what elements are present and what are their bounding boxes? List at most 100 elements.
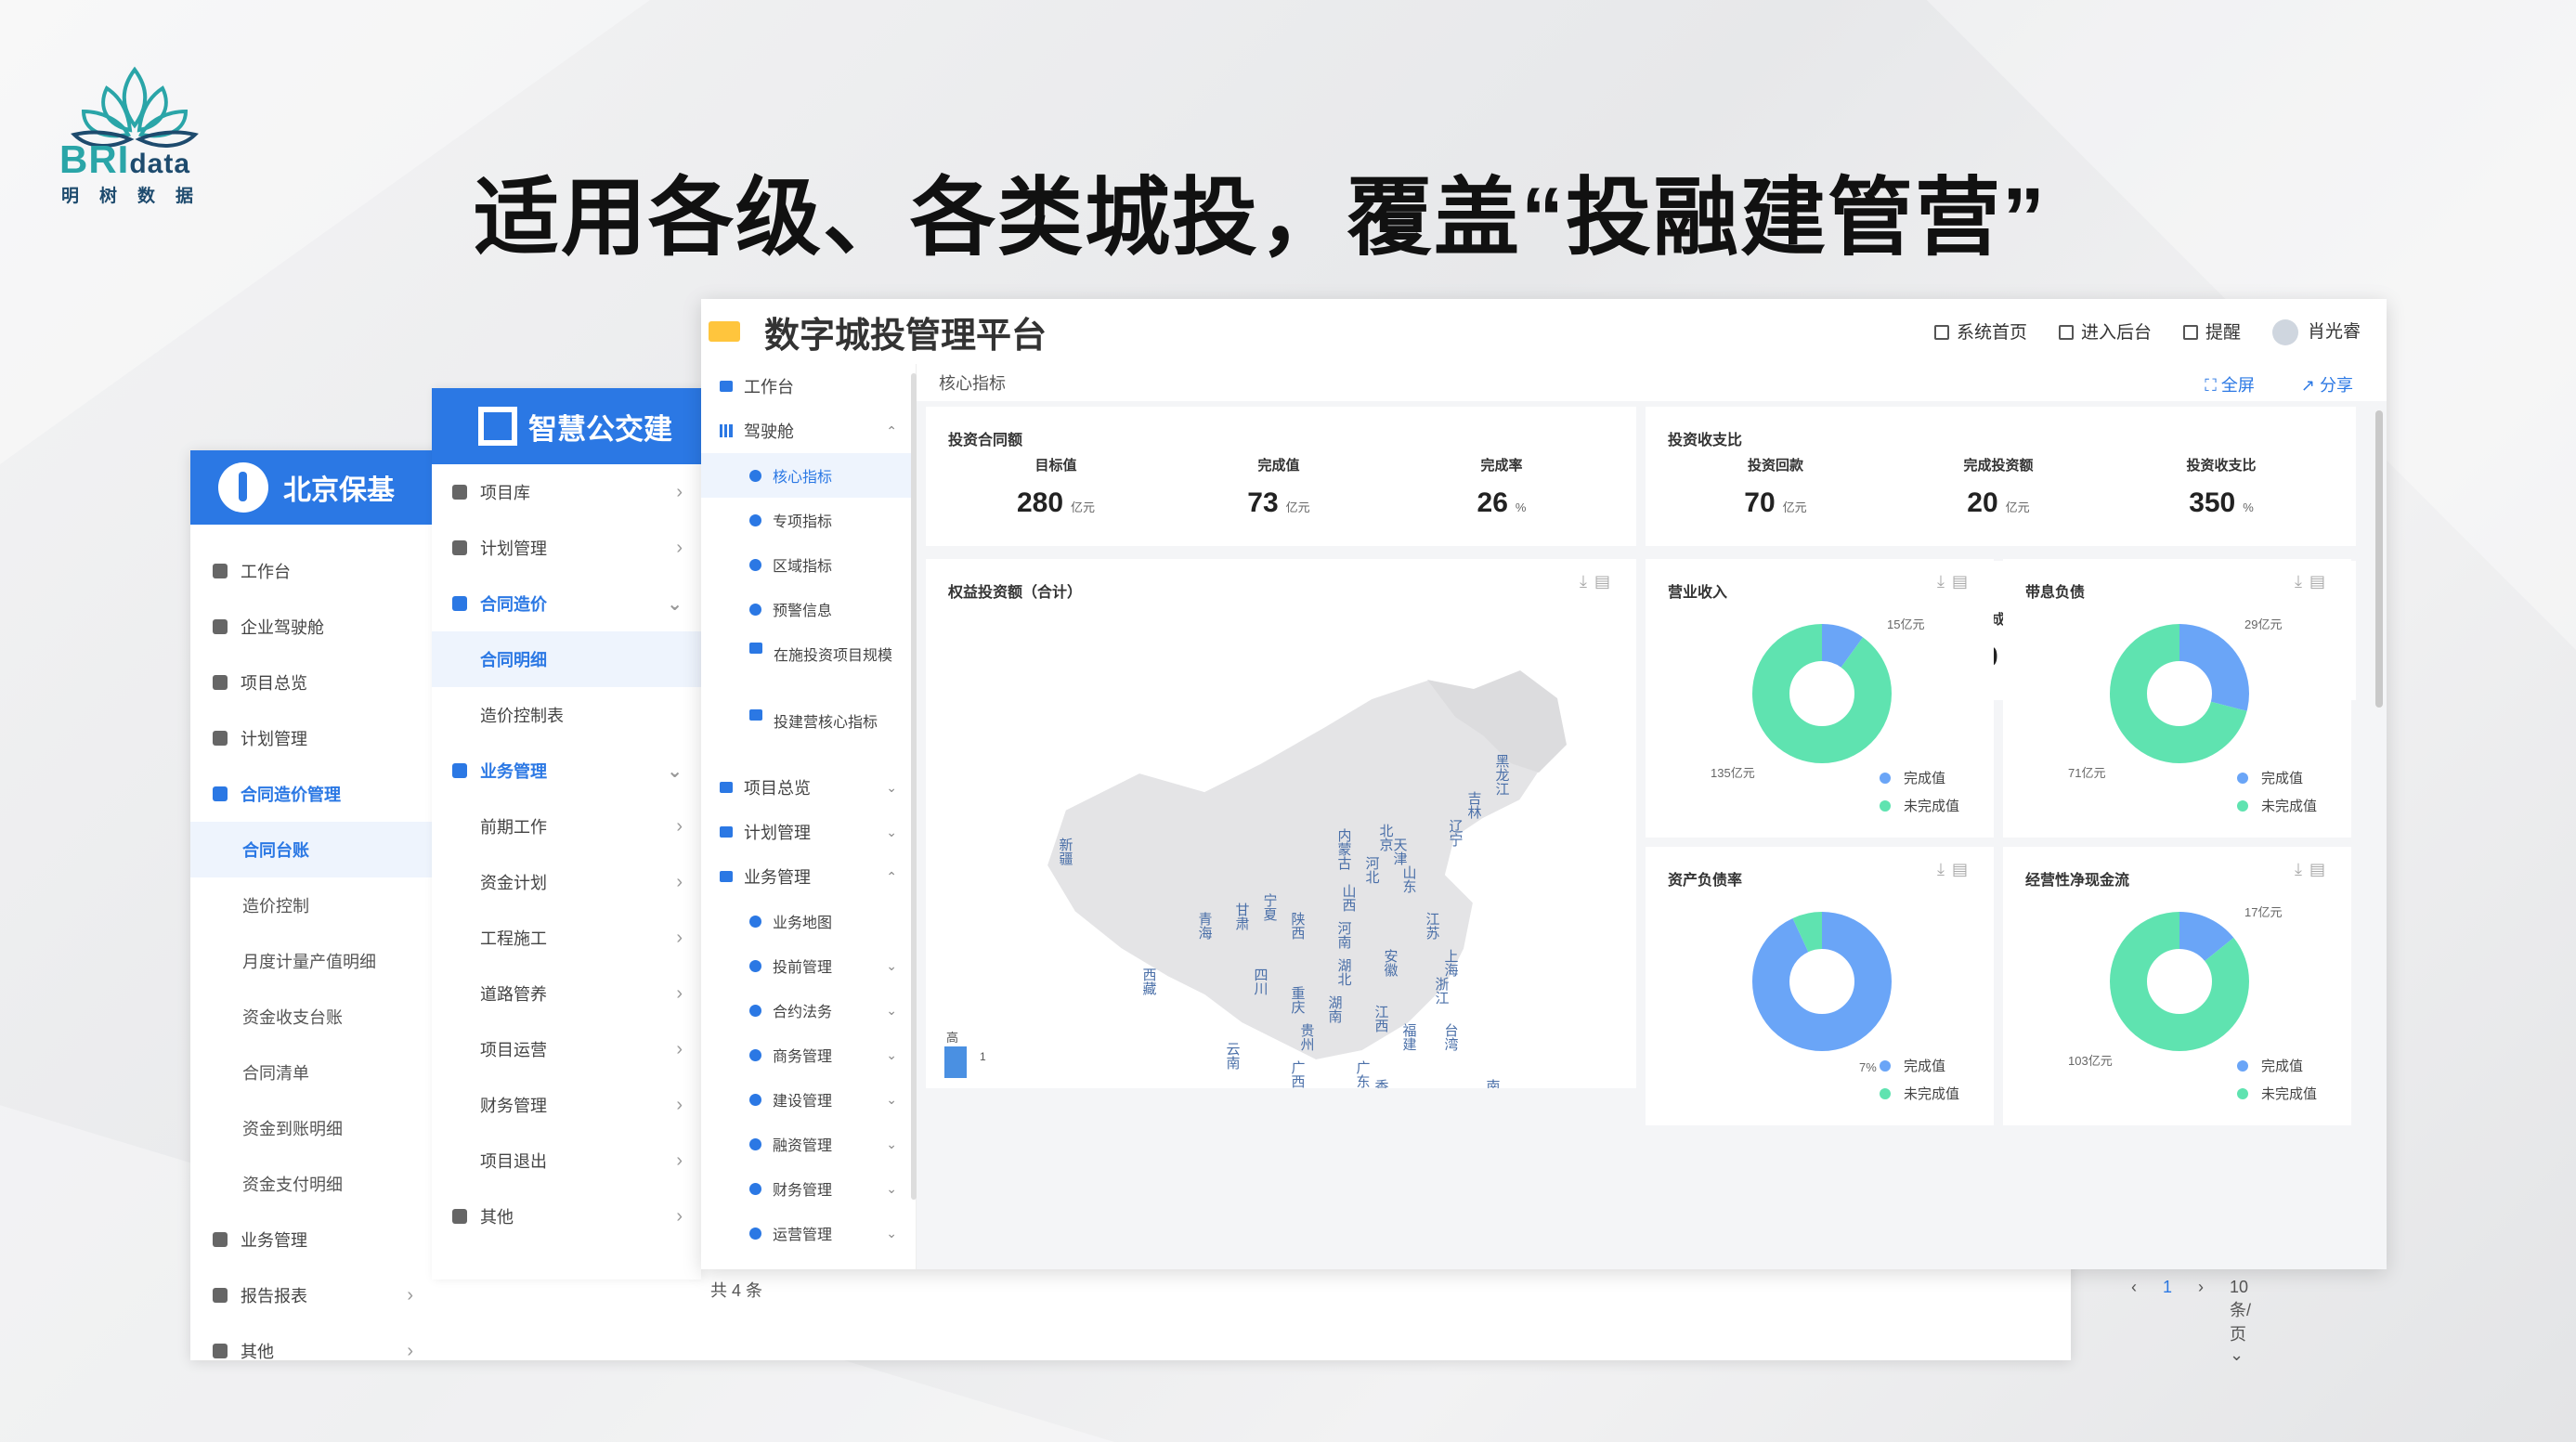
mid-nav-item[interactable]: 造价控制表: [432, 687, 701, 743]
caret-icon: ⌄: [886, 1046, 897, 1062]
province-label: 香港: [1373, 1079, 1389, 1088]
mid-nav-item[interactable]: 前期工作 ›: [432, 799, 701, 854]
cube-icon: [720, 782, 733, 793]
legend-dot: [1880, 800, 1891, 812]
chevron-down-icon: ⌄: [667, 760, 683, 782]
bus-window: 智慧公交建 项目库 › 计划管理 › 合同造价 ⌄ 合同明细 造价控制表 业务管理 ⌄ 前期工作 › 资…: [432, 388, 701, 1280]
top-nav-item[interactable]: 肖光睿: [2271, 318, 2361, 345]
top-nav-item[interactable]: 系统首页: [1933, 318, 2027, 344]
donut-slice-undone[interactable]: [1752, 624, 1892, 763]
back-nav-item[interactable]: 业务管理: [190, 1212, 432, 1267]
sidebar-item[interactable]: 商务管理 ⌄: [701, 1033, 916, 1077]
legend-undone[interactable]: 未完成值: [1880, 1081, 1959, 1109]
sidebar-item[interactable]: 建设管理 ⌄: [701, 1077, 916, 1122]
legend-done[interactable]: 完成值: [1880, 765, 1959, 793]
sidebar-item[interactable]: 投前管理 ⌄: [701, 943, 916, 988]
nav-label: 道路管养: [480, 985, 547, 1004]
mid-nav-item[interactable]: 道路管养 ›: [432, 966, 701, 1021]
province-label: 黑龙江: [1494, 754, 1510, 796]
nav-label: 合同台账: [242, 841, 309, 860]
back-nav-item[interactable]: 资金到账明细: [190, 1100, 432, 1156]
back-nav-item[interactable]: 月度计量产值明细: [190, 933, 432, 989]
mid-nav-item[interactable]: 项目运营 ›: [432, 1021, 701, 1077]
mid-nav-item[interactable]: 资金计划 ›: [432, 854, 701, 910]
back-nav-item[interactable]: 企业驾驶舱: [190, 599, 432, 655]
back-nav-item[interactable]: 造价控制: [190, 877, 432, 933]
share-button[interactable]: ↗ 分享: [2301, 372, 2353, 396]
mid-nav-item[interactable]: 其他 ›: [432, 1189, 701, 1244]
dot-icon: [749, 1182, 761, 1195]
sidebar-item[interactable]: 专项指标: [701, 498, 916, 542]
prev-page-button[interactable]: ‹: [2131, 1278, 2137, 1365]
sidebar-item[interactable]: 投建营核心指标: [701, 698, 916, 765]
mid-nav-item[interactable]: 工程施工 ›: [432, 910, 701, 966]
sidebar-item[interactable]: 合约法务 ⌄: [701, 988, 916, 1033]
legend-done[interactable]: 完成值: [1880, 1053, 1959, 1081]
chevron-right-icon: ›: [676, 1150, 683, 1171]
kpi-item: 完成投资额 20 亿元: [1896, 455, 2101, 519]
chevron-right-icon: ›: [676, 815, 683, 837]
back-nav-item[interactable]: 计划管理: [190, 710, 432, 766]
breadcrumb: 核心指标 ⛶ 全屏 ↗ 分享: [917, 364, 2387, 401]
back-nav-item[interactable]: 合同台账: [190, 822, 432, 877]
china-map: 高 1 黑龙江吉林辽宁内蒙古 北京天津河北山西山东新疆青海 甘肃 宁夏陕西 河南 江苏安徽…: [944, 669, 1568, 1088]
back-nav-item[interactable]: 合同造价管理: [190, 766, 432, 822]
mid-nav-item[interactable]: 财务管理 ›: [432, 1077, 701, 1133]
sidebar-item[interactable]: 业务管理 ⌃: [701, 854, 916, 899]
page-number[interactable]: 1: [2163, 1278, 2172, 1365]
top-nav-item[interactable]: 进入后台: [2058, 318, 2152, 344]
sidebar-item[interactable]: 计划管理 ⌄: [701, 810, 916, 854]
sidebar-item[interactable]: 预警信息: [701, 587, 916, 631]
legend-label: 完成值: [1904, 1059, 1946, 1074]
back-nav-item[interactable]: 其他 ›: [190, 1323, 432, 1379]
back-nav-item[interactable]: 合同清单: [190, 1045, 432, 1100]
top-nav-item[interactable]: 提醒: [2182, 318, 2241, 344]
content-scrollbar[interactable]: [2375, 410, 2383, 708]
sidebar-item[interactable]: 工作台: [701, 364, 916, 409]
legend-undone[interactable]: 未完成值: [1880, 793, 1959, 821]
legend-undone[interactable]: 未完成值: [2237, 793, 2317, 821]
sidebar-item[interactable]: 区域指标: [701, 542, 916, 587]
dot-icon: [749, 959, 761, 972]
sidebar-label: 项目总览: [744, 779, 811, 798]
sidebar-item[interactable]: 融资管理 ⌄: [701, 1122, 916, 1166]
mid-nav-item[interactable]: 项目退出 ›: [432, 1133, 701, 1189]
kpi-label: 投资回款: [1747, 458, 1803, 474]
back-nav-item[interactable]: 报告报表 ›: [190, 1267, 432, 1323]
mid-nav-item[interactable]: 项目库 ›: [432, 464, 701, 520]
sidebar-item[interactable]: 运营管理 ⌄: [701, 1211, 916, 1255]
sidebar-item[interactable]: 在施投资项目规模: [701, 631, 916, 698]
donut-card: 带息负债 ⤓▤ 29亿元 71亿元 完成值 未完成值: [2003, 559, 2351, 838]
legend-done[interactable]: 完成值: [2237, 765, 2317, 793]
kpi-value: 70 亿元: [1673, 487, 1878, 519]
nav-label: 项目总览: [241, 674, 307, 693]
back-nav-item[interactable]: 工作台: [190, 543, 432, 599]
next-page-button[interactable]: ›: [2198, 1278, 2204, 1365]
chevron-right-icon: ›: [676, 1038, 683, 1059]
sidebar-item[interactable]: 项目总览 ⌄: [701, 765, 916, 810]
legend-done[interactable]: 完成值: [2237, 1053, 2317, 1081]
mid-nav-item[interactable]: 计划管理 ›: [432, 520, 701, 576]
province-label: 广东: [1355, 1060, 1371, 1088]
badge-icon: [709, 321, 740, 342]
legend-undone[interactable]: 未完成值: [2237, 1081, 2317, 1109]
page-size-select[interactable]: 10 条/页 ⌄: [2230, 1278, 2251, 1365]
legend-label: 未完成值: [1904, 1086, 1960, 1102]
cube-icon: [213, 1232, 228, 1247]
province-label: 河北: [1364, 856, 1380, 884]
mid-nav-item[interactable]: 合同造价 ⌄: [432, 576, 701, 631]
sidebar-item[interactable]: 核心指标: [701, 453, 916, 498]
province-label: 重庆: [1290, 986, 1306, 1014]
back-nav-item[interactable]: 项目总览: [190, 655, 432, 710]
sidebar-item[interactable]: 驾驶舱 ⌃: [701, 409, 916, 453]
mid-nav-item[interactable]: 合同明细: [432, 631, 701, 687]
sidebar-item[interactable]: 财务管理 ⌄: [701, 1166, 916, 1211]
dot-icon: [749, 603, 761, 616]
mid-nav-item[interactable]: 业务管理 ⌄: [432, 743, 701, 799]
monitor-icon: [213, 564, 228, 578]
back-nav-item[interactable]: 资金支付明细: [190, 1156, 432, 1212]
monitor-icon: [720, 381, 733, 392]
sidebar-item[interactable]: 业务地图: [701, 899, 916, 943]
back-nav-item[interactable]: 资金收支台账: [190, 989, 432, 1045]
fullscreen-button[interactable]: ⛶ 全屏: [2205, 372, 2255, 396]
